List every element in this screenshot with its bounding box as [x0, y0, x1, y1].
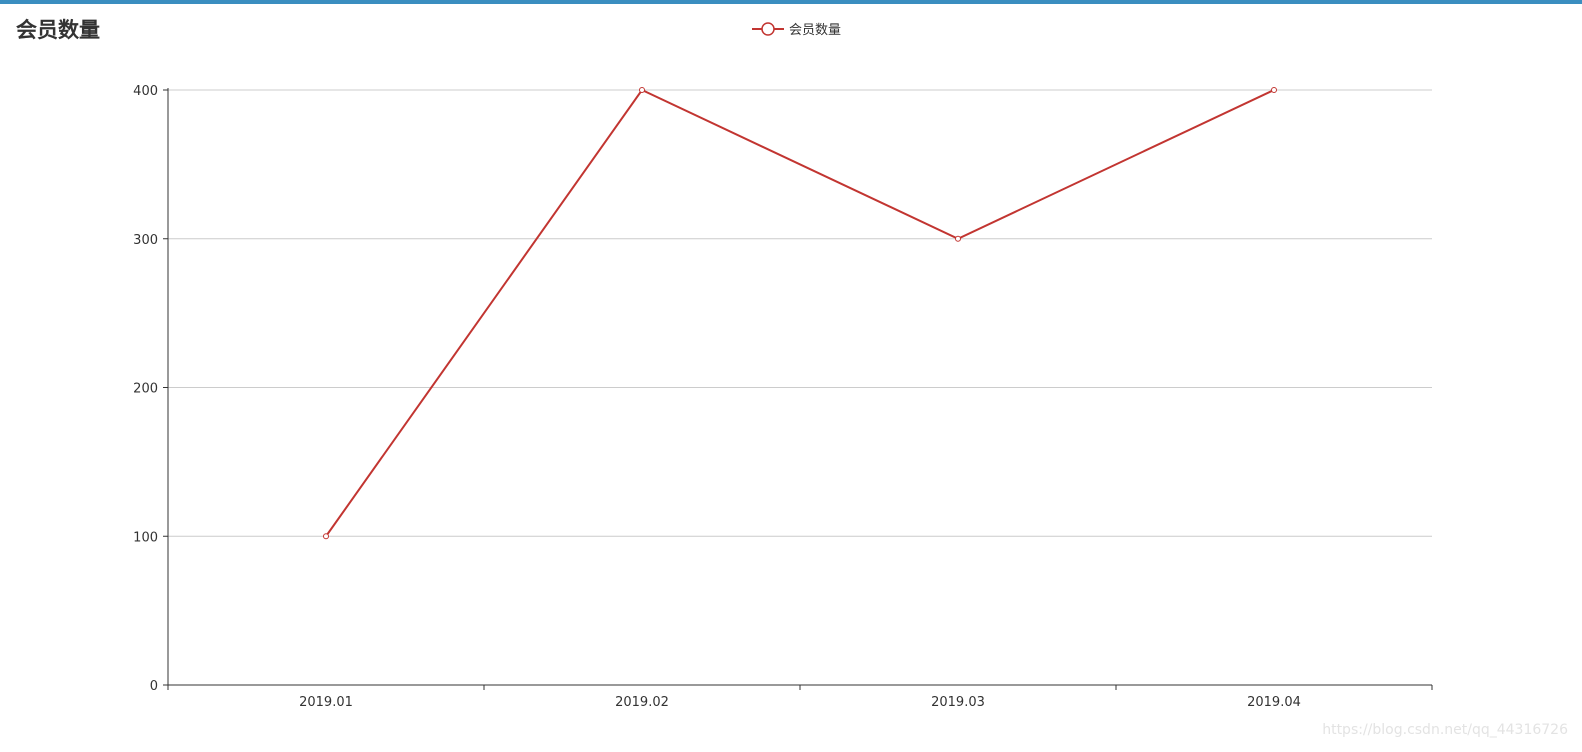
- y-tick-label: 0: [150, 679, 158, 694]
- legend-item-label[interactable]: 会员数量: [789, 23, 841, 38]
- line-chart: 0 100 200 300 400 2019.01 2019.02 2019.03 2019.0…: [133, 22, 1433, 710]
- x-tick-label: 2019.02: [615, 695, 669, 710]
- x-tick-label: 2019.03: [931, 695, 985, 710]
- data-point[interactable]: [639, 87, 645, 93]
- x-tick-label: 2019.01: [299, 695, 353, 710]
- y-tick-label: 200: [133, 382, 158, 397]
- y-tick-label: 400: [133, 84, 158, 99]
- legend-circle-icon[interactable]: [761, 22, 775, 36]
- y-tick-label: 300: [133, 233, 158, 248]
- data-point[interactable]: [1271, 87, 1277, 93]
- data-point[interactable]: [323, 533, 329, 540]
- x-tick-label: 2019.04: [1247, 695, 1301, 710]
- y-tick-label: 100: [133, 530, 158, 545]
- series-line: [325, 88, 1275, 537]
- data-point[interactable]: [955, 235, 961, 242]
- chart-page: 会员数量 0 100 200 300 400 2019.01 2019.02 2019.03 2…: [0, 0, 1582, 752]
- watermark-text: https://blog.csdn.net/qq_44316726: [1322, 722, 1568, 738]
